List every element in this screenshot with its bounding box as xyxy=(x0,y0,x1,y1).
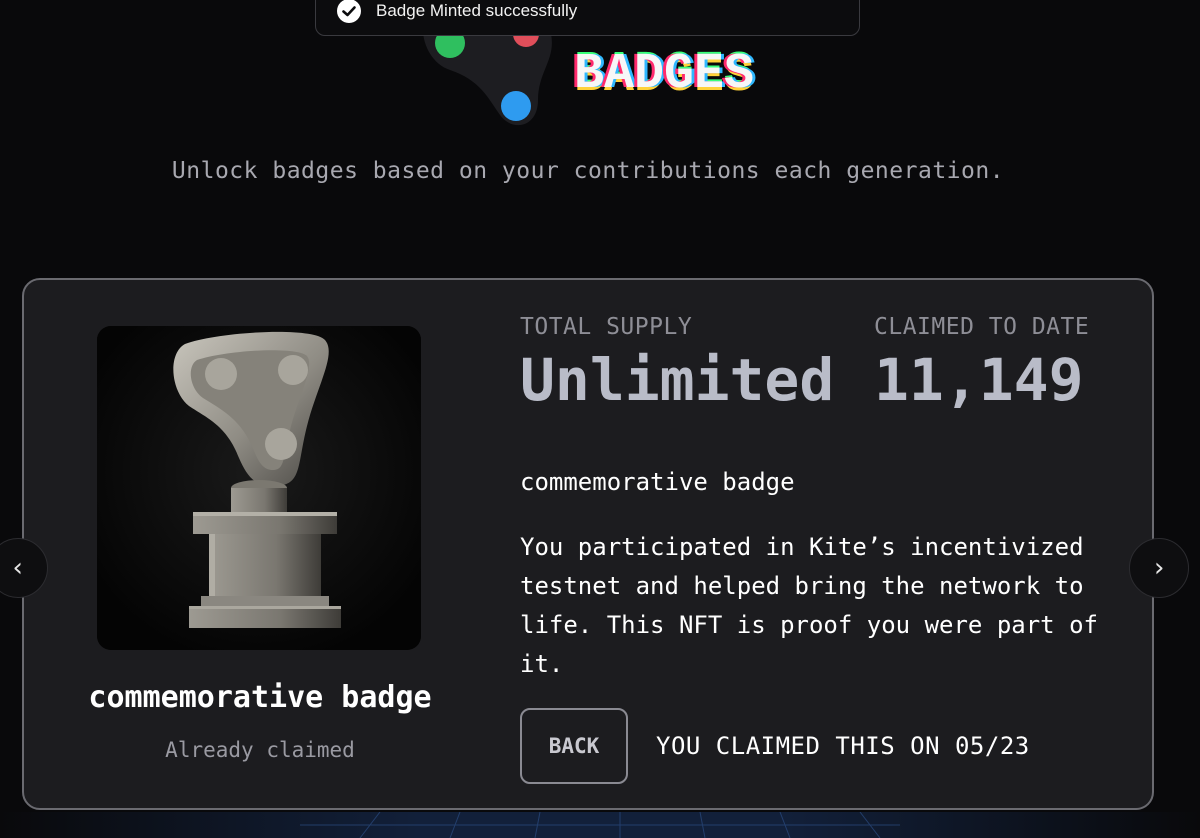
logo-wordmark: BADGES xyxy=(574,46,755,103)
badge-description: You participated in Kite’s incentivized … xyxy=(520,533,1098,678)
toast-notification: Badge Minted successfully xyxy=(315,0,860,36)
grid-floor-decoration xyxy=(0,812,1200,838)
claimed-to-date-label: CLAIMED TO DATE xyxy=(874,314,1090,340)
toast-message: Badge Minted successfully xyxy=(376,1,578,20)
badge-status: Already claimed xyxy=(165,738,355,762)
badge-detail-title: commemorative badge xyxy=(520,468,795,496)
badge-card: commemorative badge Already claimed TOTA… xyxy=(22,278,1154,810)
chevron-left-icon: ‹ xyxy=(10,553,26,583)
claimed-date-text: YOU CLAIMED THIS ON 05/23 xyxy=(656,732,1030,760)
total-supply-value: Unlimited xyxy=(520,346,835,414)
chevron-right-icon: › xyxy=(1151,553,1167,583)
badge-image xyxy=(97,326,421,650)
page-subtitle: Unlock badges based on your contribution… xyxy=(171,158,1005,184)
sculpture-icon xyxy=(97,326,421,650)
total-supply-label: TOTAL SUPPLY xyxy=(520,314,693,340)
next-badge-button[interactable]: › xyxy=(1129,538,1189,598)
back-button[interactable]: BACK xyxy=(520,708,628,784)
check-circle-icon xyxy=(337,0,361,23)
badges-page: Badge Minted successfully BADGES Unlock … xyxy=(0,0,1200,838)
claimed-to-date-value: 11,149 xyxy=(874,346,1084,414)
badge-name: commemorative badge xyxy=(88,680,432,715)
